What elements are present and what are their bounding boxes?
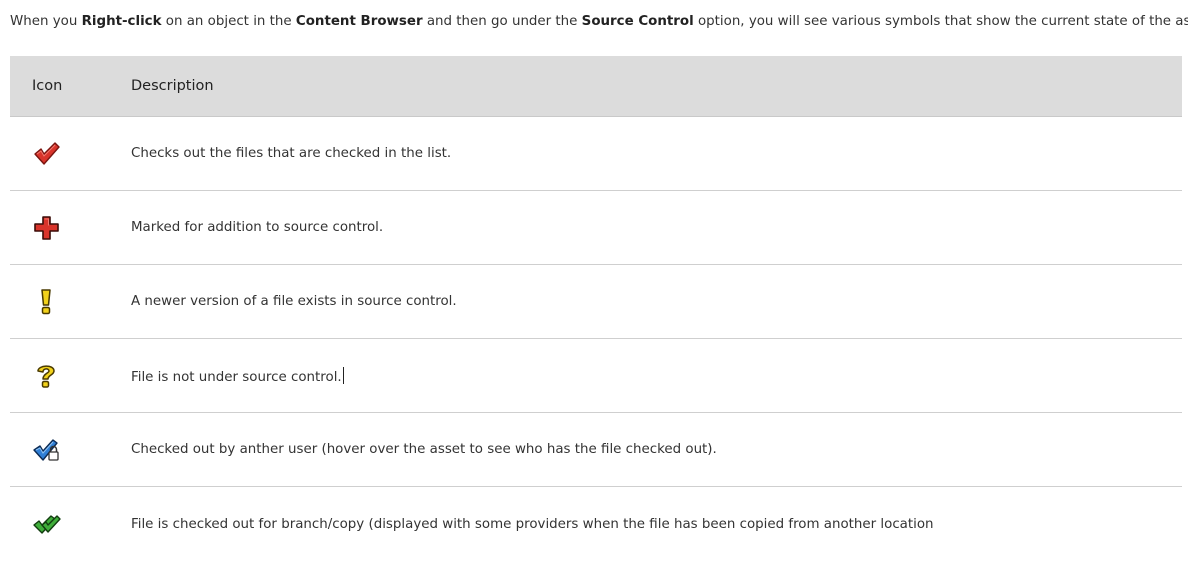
intro-text: option, you will see various symbols tha…: [693, 14, 1188, 29]
row-description: Marked for addition to source control.: [131, 220, 384, 235]
icon-cell: [10, 339, 131, 412]
table-row: A newer version of a file exists in sour…: [10, 265, 1182, 339]
blue-checkmark-lock-icon: [33, 438, 59, 461]
table-row: Checked out by anther user (hover over t…: [10, 413, 1182, 487]
intro-paragraph: When you Right-click on an object in the…: [10, 12, 1188, 32]
table-row: Checks out the files that are checked in…: [10, 117, 1182, 191]
source-control-icons-table: Icon Description Checks out the files th…: [10, 56, 1182, 561]
column-header-description: Description: [131, 78, 214, 94]
intro-text: and then go under the: [422, 14, 582, 29]
intro-bold-content-browser: Content Browser: [295, 14, 423, 29]
green-double-checkmark-icon: [33, 515, 61, 534]
row-description: Checks out the files that are checked in…: [131, 146, 452, 161]
table-row: File is checked out for branch/copy (dis…: [10, 487, 1182, 561]
intro-bold-right-click: Right-click: [81, 14, 162, 29]
icon-cell: [10, 117, 131, 190]
icon-cell: [10, 265, 131, 338]
row-description: A newer version of a file exists in sour…: [131, 294, 457, 309]
table-row: File is not under source control.: [10, 339, 1182, 413]
row-description: File is checked out for branch/copy (dis…: [131, 516, 934, 532]
text-cursor: [342, 366, 344, 384]
row-description: File is not under source control.: [131, 366, 344, 385]
column-header-icon: Icon: [32, 78, 63, 94]
intro-text: When you: [10, 14, 82, 29]
red-plus-icon: [34, 215, 59, 240]
yellow-exclamation-icon: [41, 288, 51, 314]
icon-cell: [10, 487, 131, 561]
icon-cell: [10, 413, 131, 486]
icon-cell: [10, 191, 131, 264]
intro-bold-source-control: Source Control: [581, 14, 694, 29]
intro-text: on an object in the: [161, 14, 296, 29]
red-checkmark-icon: [34, 141, 60, 165]
table-header: Icon Description: [10, 56, 1182, 117]
row-description: Checked out by anther user (hover over t…: [131, 442, 717, 457]
row-description-text: File is not under source control.: [131, 369, 342, 385]
yellow-question-icon: [37, 364, 55, 388]
table-row: Marked for addition to source control.: [10, 191, 1182, 265]
